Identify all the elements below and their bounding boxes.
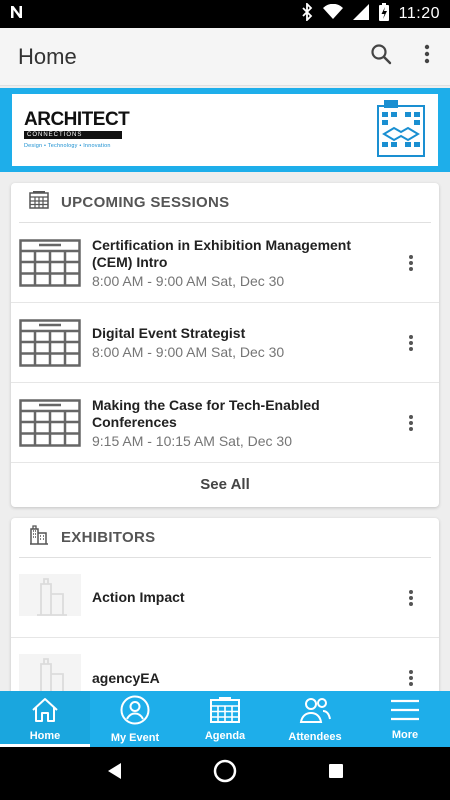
logo-word: ARCHITECT — [24, 109, 130, 130]
app-bar: Home — [0, 28, 450, 86]
home-icon — [31, 697, 59, 728]
nav-label-agenda: Agenda — [204, 729, 246, 742]
exhibitor-more-button[interactable] — [401, 584, 421, 612]
building-handshake-icon — [376, 98, 426, 163]
system-navigation-bar — [0, 747, 450, 800]
session-calendar-icon — [19, 238, 81, 287]
exhibitor-row[interactable]: Action Impact — [11, 558, 439, 638]
session-time: 8:00 AM - 9:00 AM Sat, Dec 30 — [92, 344, 285, 360]
search-icon — [370, 43, 392, 70]
signal-icon — [352, 3, 369, 25]
session-more-button[interactable] — [401, 329, 421, 357]
overflow-menu-button[interactable] — [404, 34, 450, 80]
more-vertical-icon — [409, 670, 413, 686]
calendar-grid-icon — [29, 191, 49, 214]
session-time: 8:00 AM - 9:00 AM Sat, Dec 30 — [92, 272, 285, 289]
status-bar: 11:20 — [0, 0, 450, 28]
more-vertical-icon — [409, 589, 413, 606]
nav-item-attendees[interactable]: Attendees — [270, 691, 360, 747]
session-calendar-icon — [19, 318, 81, 367]
nav-item-agenda[interactable]: Agenda — [180, 691, 270, 747]
session-more-button[interactable] — [401, 409, 421, 437]
upcoming-sessions-card: UPCOMING SESSIONS Certification in Exhib… — [11, 183, 439, 507]
home-circle-icon — [213, 759, 237, 783]
nav-label-attendees: Attendees — [288, 730, 342, 743]
banner-inner: ARCHITECT CONNECTIONS Design • Technolog… — [12, 94, 438, 166]
session-row[interactable]: Making the Case for Tech-Enabled Confere… — [11, 383, 439, 463]
exhibitor-more-button[interactable] — [401, 664, 421, 692]
status-time: 11:20 — [398, 5, 440, 22]
session-title: Digital Event Strategist — [92, 325, 246, 341]
buildings-icon — [29, 525, 49, 550]
battery-charging-icon — [378, 2, 389, 26]
recents-button[interactable] — [327, 762, 345, 785]
back-button[interactable] — [105, 761, 123, 786]
bottom-navigation: Home My Event Agenda Attendees More — [0, 691, 450, 747]
session-title: Making the Case for Tech-Enabled Confere… — [92, 396, 320, 430]
exhibitor-name: agencyEA — [92, 669, 160, 686]
exhibitor-placeholder-icon — [19, 573, 81, 622]
exhibitors-card: EXHIBITORS Action Impact agencyEA — [11, 518, 439, 718]
sessions-header-title: UPCOMING SESSIONS — [61, 194, 230, 211]
session-calendar-icon — [19, 398, 81, 447]
exhibitors-card-header: EXHIBITORS — [19, 518, 431, 558]
exhibitor-name: Action Impact — [92, 589, 185, 605]
session-time: 9:15 AM - 10:15 AM Sat, Dec 30 — [92, 432, 292, 449]
logo-bar: CONNECTIONS — [24, 131, 122, 139]
nav-label-more: More — [391, 728, 419, 741]
nav-item-home[interactable]: Home — [0, 691, 90, 747]
exhibitors-header-title: EXHIBITORS — [61, 529, 156, 546]
nav-label-my-event: My Event — [110, 731, 160, 744]
session-row[interactable]: Certification in Exhibition Management (… — [11, 223, 439, 303]
sessions-card-header: UPCOMING SESSIONS — [19, 183, 431, 223]
nav-item-my-event[interactable]: My Event — [90, 691, 180, 747]
calendar-icon — [210, 696, 240, 728]
session-more-button[interactable] — [401, 249, 421, 277]
more-vertical-icon — [409, 334, 413, 351]
nav-label-home: Home — [29, 729, 61, 742]
back-triangle-icon — [108, 763, 121, 779]
session-title: Certification in Exhibition Management (… — [92, 236, 352, 270]
n-notification-icon — [10, 5, 24, 24]
page-title: Home — [18, 43, 77, 69]
see-all-sessions-button[interactable]: See All — [11, 463, 439, 505]
nav-item-more[interactable]: More — [360, 691, 450, 747]
recents-square-icon — [329, 764, 343, 778]
event-banner[interactable]: ARCHITECT CONNECTIONS Design • Technolog… — [0, 88, 450, 172]
more-vertical-icon — [424, 44, 430, 69]
person-icon — [120, 695, 150, 730]
bluetooth-icon — [301, 1, 313, 26]
session-row[interactable]: Digital Event Strategist 8:00 AM - 9:00 … — [11, 303, 439, 383]
home-system-button[interactable] — [213, 759, 237, 788]
wifi-icon — [322, 3, 343, 25]
menu-icon — [390, 698, 420, 727]
more-vertical-icon — [409, 254, 413, 271]
logo-tagline: Design • Technology • Innovation — [24, 143, 111, 149]
more-vertical-icon — [409, 414, 413, 431]
event-logo: ARCHITECT CONNECTIONS Design • Technolog… — [24, 109, 130, 149]
search-button[interactable] — [358, 34, 404, 80]
people-icon — [299, 696, 331, 729]
